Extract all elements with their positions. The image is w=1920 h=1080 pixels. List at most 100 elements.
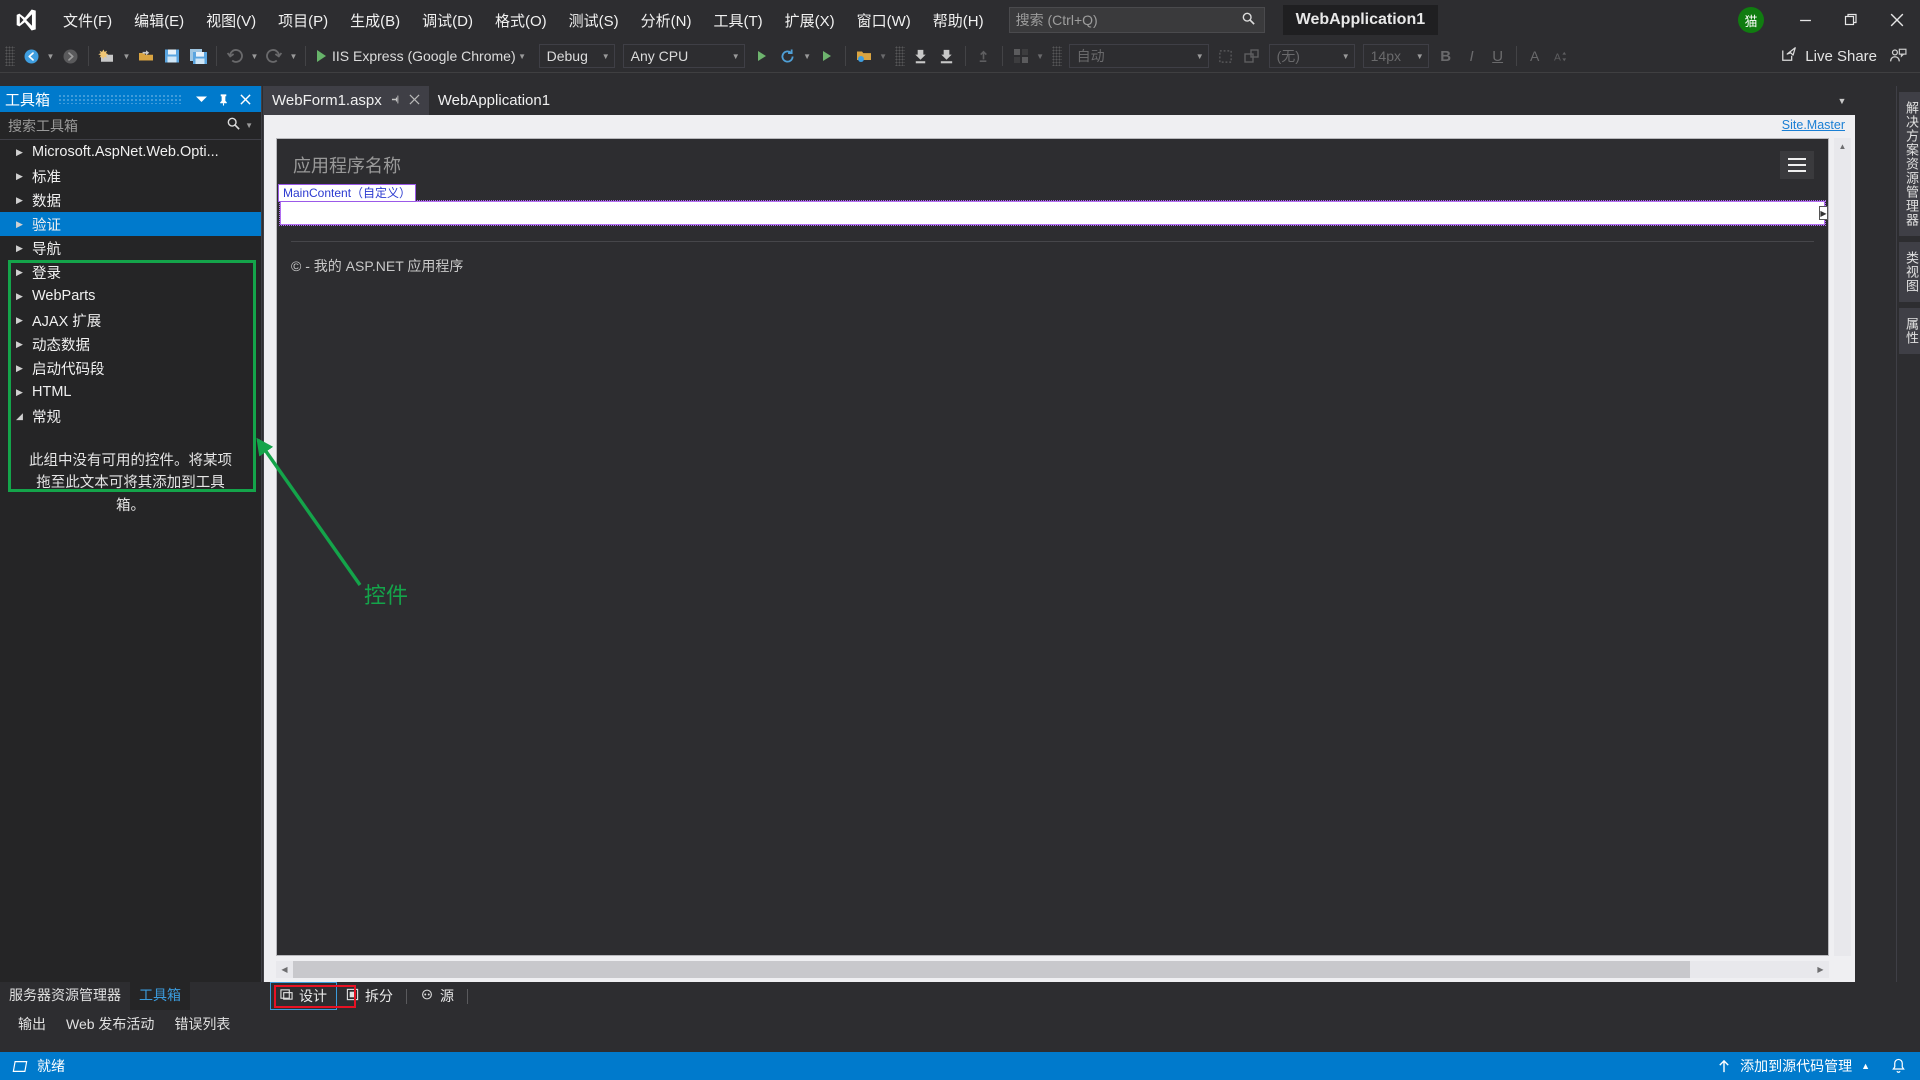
bold-button[interactable]: B bbox=[1434, 44, 1458, 68]
undo-icon[interactable] bbox=[223, 44, 247, 68]
italic-button[interactable]: I bbox=[1460, 44, 1484, 68]
scroll-up-icon[interactable]: ▲ bbox=[1834, 138, 1851, 155]
content-placeholder-region[interactable]: MainContent（自定义） ▶ bbox=[277, 184, 1828, 226]
toolbox-item-aspnet-web-optimization[interactable]: ▶ Microsoft.AspNet.Web.Opti... bbox=[0, 140, 261, 164]
save-all-icon[interactable] bbox=[186, 44, 210, 68]
tab-solution-explorer[interactable]: 解决方案资源管理器 bbox=[1899, 92, 1920, 236]
designer-vertical-scrollbar[interactable]: ▲ bbox=[1834, 138, 1851, 956]
font-size-increase-icon[interactable]: A bbox=[1549, 44, 1573, 68]
menu-format[interactable]: 格式(O) bbox=[484, 0, 558, 40]
restart-dropdown-icon[interactable]: ▼ bbox=[801, 44, 814, 68]
menu-analyze[interactable]: 分析(N) bbox=[630, 0, 703, 40]
global-search[interactable] bbox=[1008, 7, 1265, 33]
feedback-icon[interactable] bbox=[1886, 44, 1910, 68]
maximize-restore-button[interactable] bbox=[1828, 0, 1874, 40]
designer-horizontal-scrollbar[interactable]: ◀ ▶ bbox=[276, 961, 1829, 978]
step-over-icon[interactable] bbox=[935, 44, 959, 68]
menu-extensions[interactable]: 扩展(X) bbox=[774, 0, 846, 40]
tab-toolbox[interactable]: 工具箱 bbox=[130, 981, 190, 1010]
avatar[interactable]: 猫 bbox=[1738, 7, 1764, 33]
toolbox-item-standard[interactable]: ▶ 标准 bbox=[0, 164, 261, 188]
toolbar-grip[interactable] bbox=[5, 46, 15, 66]
menu-view[interactable]: 视图(V) bbox=[195, 0, 267, 40]
toolbox-search-dropdown-icon[interactable]: ▼ bbox=[241, 121, 257, 130]
menu-debug[interactable]: 调试(D) bbox=[411, 0, 484, 40]
foreground-color-icon[interactable]: A bbox=[1523, 44, 1547, 68]
run-target-dropdown-icon[interactable]: ▼ bbox=[516, 44, 529, 68]
close-button[interactable] bbox=[1874, 0, 1920, 40]
save-icon[interactable] bbox=[160, 44, 184, 68]
toolbar-grip[interactable] bbox=[894, 46, 905, 66]
chevron-up-icon[interactable]: ▲ bbox=[1861, 1061, 1870, 1071]
menu-window[interactable]: 窗口(W) bbox=[846, 0, 922, 40]
toolbox-menu-icon[interactable] bbox=[190, 88, 212, 110]
configuration-combo[interactable]: Debug ▼ bbox=[538, 44, 615, 68]
scroll-right-icon[interactable]: ▶ bbox=[1812, 965, 1829, 974]
platform-combo[interactable]: Any CPU ▼ bbox=[622, 44, 745, 68]
new-project-dropdown-icon[interactable]: ▼ bbox=[120, 44, 133, 68]
tab-split-view[interactable]: 拆分 bbox=[337, 983, 402, 1009]
font-size-combo[interactable]: 14px ▼ bbox=[1362, 44, 1429, 68]
toolbox-item-startup-snippets[interactable]: ▶ 启动代码段 bbox=[0, 356, 261, 380]
insert-div-icon[interactable] bbox=[1240, 44, 1264, 68]
solution-config-dropdown-icon[interactable]: ▼ bbox=[877, 44, 890, 68]
tab-overflow-icon[interactable]: ▼ bbox=[1829, 86, 1855, 115]
document-tab-webapplication1[interactable]: WebApplication1 bbox=[428, 86, 560, 115]
toolbox-item-login[interactable]: ▶ 登录 bbox=[0, 260, 261, 284]
toolbox-item-dynamic-data[interactable]: ▶ 动态数据 bbox=[0, 332, 261, 356]
tab-server-explorer[interactable]: 服务器资源管理器 bbox=[0, 981, 130, 1010]
menu-file[interactable]: 文件(F) bbox=[52, 0, 123, 40]
close-icon[interactable] bbox=[234, 88, 256, 110]
menu-build[interactable]: 生成(B) bbox=[339, 0, 411, 40]
design-surface[interactable]: 应用程序名称 MainContent（自定义） ▶ © - 我的 ASP.NET… bbox=[276, 138, 1829, 956]
resize-handle[interactable]: ▶ bbox=[1819, 206, 1828, 220]
minimize-button[interactable] bbox=[1782, 0, 1828, 40]
master-page-link[interactable]: Site.Master bbox=[1782, 118, 1845, 132]
toolbox-item-general[interactable]: ◢ 常规 bbox=[0, 404, 261, 428]
project-badge[interactable]: WebApplication1 bbox=[1282, 5, 1439, 35]
toolbox-item-ajax-extensions[interactable]: ▶ AJAX 扩展 bbox=[0, 308, 261, 332]
scroll-trough[interactable] bbox=[293, 961, 1812, 978]
step-out-icon[interactable] bbox=[972, 44, 996, 68]
toolbox-item-webparts[interactable]: ▶ WebParts bbox=[0, 284, 261, 308]
scroll-thumb[interactable] bbox=[293, 961, 1691, 978]
navigate-forward-icon[interactable] bbox=[58, 44, 82, 68]
underline-button[interactable]: U bbox=[1486, 44, 1510, 68]
menu-test[interactable]: 测试(S) bbox=[558, 0, 630, 40]
toolbar-grip[interactable] bbox=[1051, 46, 1062, 66]
tab-web-publish-activity[interactable]: Web 发布活动 bbox=[56, 1011, 164, 1037]
pin-icon[interactable] bbox=[390, 93, 401, 108]
toolbox-drag-dots[interactable] bbox=[58, 94, 182, 104]
insert-table-icon[interactable] bbox=[1214, 44, 1238, 68]
menu-tools[interactable]: 工具(T) bbox=[702, 0, 773, 40]
tab-source-view[interactable]: 源 bbox=[411, 983, 463, 1009]
tab-design-view[interactable]: 设计 bbox=[270, 982, 337, 1010]
navigate-backward-icon[interactable] bbox=[19, 44, 43, 68]
scroll-left-icon[interactable]: ◀ bbox=[276, 965, 293, 974]
restart-icon[interactable] bbox=[776, 44, 800, 68]
attach-to-process-icon[interactable] bbox=[815, 44, 839, 68]
tab-output[interactable]: 输出 bbox=[8, 1011, 56, 1037]
block-format-combo[interactable]: 自动 ▼ bbox=[1068, 44, 1209, 68]
new-project-icon[interactable] bbox=[95, 44, 119, 68]
toolbox-item-navigation[interactable]: ▶ 导航 bbox=[0, 236, 261, 260]
document-tab-webform1[interactable]: WebForm1.aspx bbox=[263, 86, 429, 115]
menu-project[interactable]: 项目(P) bbox=[267, 0, 339, 40]
tab-properties[interactable]: 属性 bbox=[1899, 308, 1920, 354]
open-file-icon[interactable] bbox=[134, 44, 158, 68]
toolbox-item-html[interactable]: ▶ HTML bbox=[0, 380, 261, 404]
hamburger-menu-icon[interactable] bbox=[1780, 151, 1814, 179]
notifications-icon[interactable] bbox=[1891, 1058, 1906, 1074]
status-right[interactable]: 添加到源代码管理 ▲ bbox=[1717, 1056, 1920, 1076]
tile-view-icon[interactable] bbox=[1009, 44, 1033, 68]
redo-dropdown-icon[interactable]: ▼ bbox=[287, 44, 300, 68]
live-share-button[interactable]: Live Share bbox=[1772, 46, 1885, 66]
tile-view-dropdown-icon[interactable]: ▼ bbox=[1034, 44, 1047, 68]
step-into-icon[interactable] bbox=[909, 44, 933, 68]
menu-edit[interactable]: 编辑(E) bbox=[123, 0, 195, 40]
tab-error-list[interactable]: 错误列表 bbox=[164, 1011, 240, 1037]
toolbox-item-data[interactable]: ▶ 数据 bbox=[0, 188, 261, 212]
toolbox-search[interactable]: ▼ bbox=[0, 112, 261, 140]
close-icon[interactable] bbox=[409, 93, 420, 108]
css-class-combo[interactable]: (无) ▼ bbox=[1268, 44, 1355, 68]
